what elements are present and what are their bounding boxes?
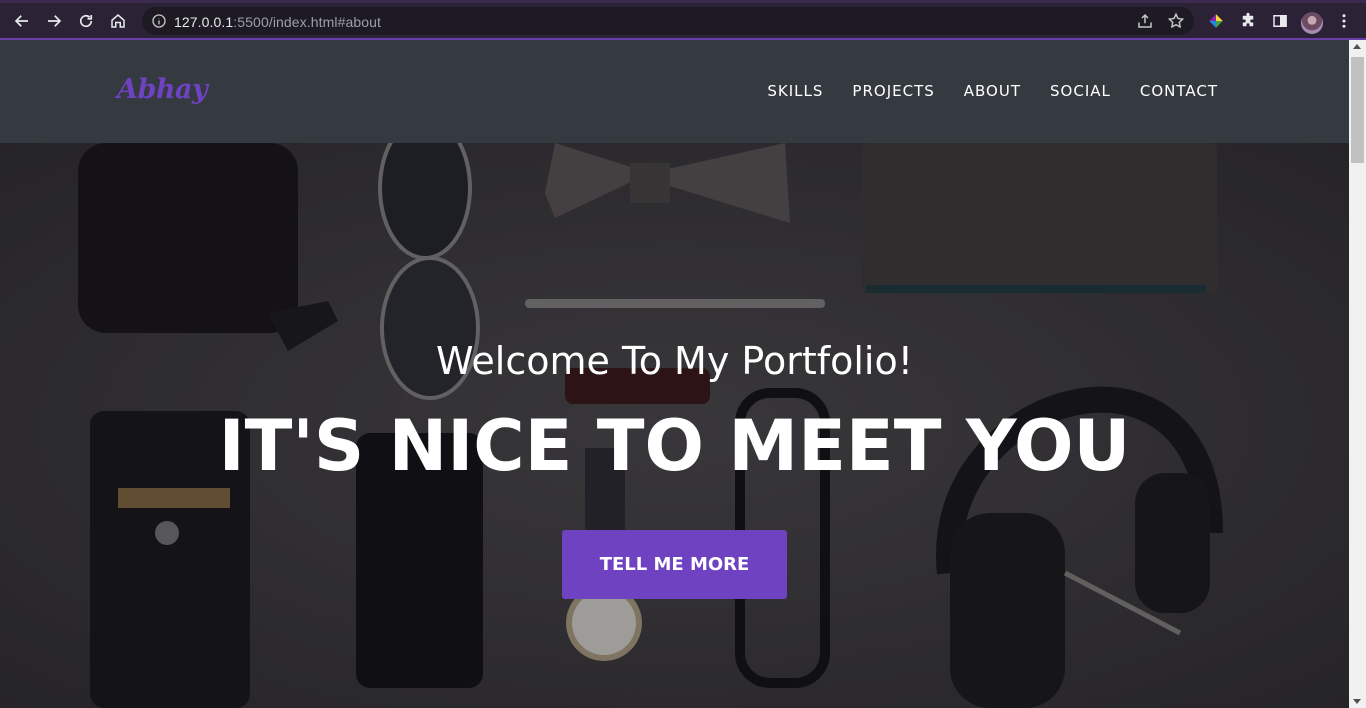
nav-links: SKILLS PROJECTS ABOUT SOCIAL CONTACT (767, 82, 1218, 100)
page-viewport: Abhay SKILLS PROJECTS ABOUT SOCIAL CONTA… (0, 40, 1349, 708)
info-icon[interactable] (151, 13, 167, 29)
browser-toolbar: 127.0.0.1:5500/index.html#about (0, 0, 1366, 40)
url-path: :5500/index.html#about (233, 14, 382, 30)
hero-subtitle: Welcome To My Portfolio! (436, 339, 913, 383)
scroll-up-icon[interactable] (1353, 44, 1361, 49)
tell-me-more-button[interactable]: TELL ME MORE (562, 530, 787, 599)
back-icon[interactable] (8, 7, 36, 35)
brand-logo[interactable]: Abhay (117, 74, 208, 105)
puzzle-icon[interactable] (1237, 10, 1259, 32)
site-navbar: Abhay SKILLS PROJECTS ABOUT SOCIAL CONTA… (0, 40, 1349, 143)
scroll-down-icon[interactable] (1353, 699, 1361, 704)
nav-projects[interactable]: PROJECTS (852, 82, 934, 100)
hero-section: Welcome To My Portfolio! IT'S NICE TO ME… (0, 143, 1349, 708)
hero-title: IT'S NICE TO MEET YOU (218, 405, 1131, 487)
reload-icon[interactable] (72, 7, 100, 35)
home-icon[interactable] (104, 7, 132, 35)
menu-icon[interactable] (1333, 10, 1355, 32)
star-icon[interactable] (1167, 12, 1185, 30)
side-panel-icon[interactable] (1269, 10, 1291, 32)
nav-contact[interactable]: CONTACT (1140, 82, 1218, 100)
nav-social[interactable]: SOCIAL (1050, 82, 1111, 100)
scrollbar-thumb[interactable] (1351, 57, 1364, 163)
profile-avatar[interactable] (1301, 12, 1323, 34)
nav-about[interactable]: ABOUT (964, 82, 1021, 100)
vertical-scrollbar[interactable] (1349, 40, 1366, 708)
address-bar[interactable]: 127.0.0.1:5500/index.html#about (142, 7, 1194, 35)
url-host: 127.0.0.1 (174, 14, 234, 30)
forward-icon[interactable] (40, 7, 68, 35)
share-icon[interactable] (1136, 12, 1154, 30)
nav-skills[interactable]: SKILLS (767, 82, 823, 100)
color-extension-icon[interactable] (1205, 10, 1227, 32)
url-text[interactable]: 127.0.0.1:5500/index.html#about (174, 14, 381, 30)
